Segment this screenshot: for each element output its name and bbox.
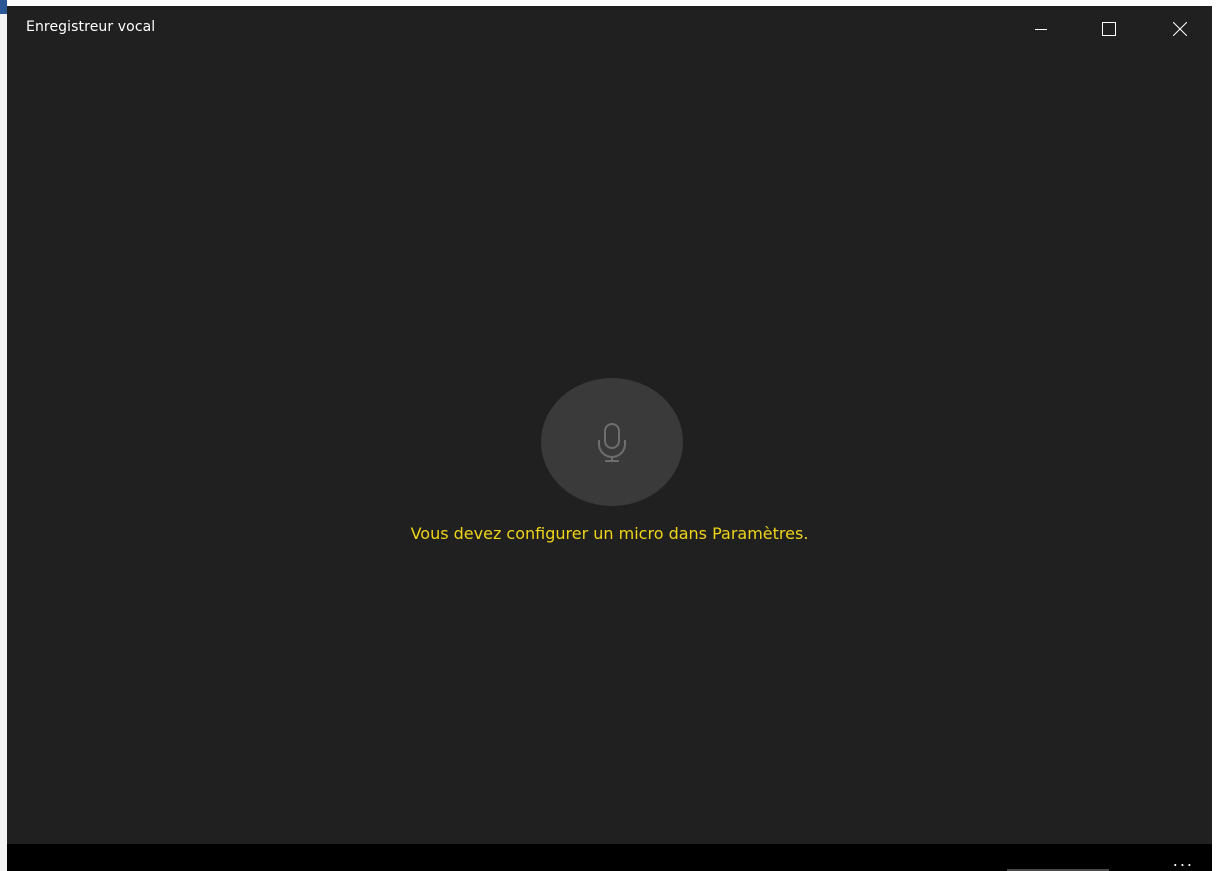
maximize-icon (1102, 22, 1116, 36)
more-options-button[interactable]: ... (1173, 853, 1194, 869)
microphone-warning-message: Vous devez configurer un micro dans Para… (410, 524, 809, 543)
title-bar[interactable]: Enregistreur vocal (7, 6, 1212, 52)
desktop-accent (0, 0, 7, 14)
close-button[interactable] (1157, 6, 1203, 52)
microphone-icon (598, 423, 626, 462)
minimize-icon (1035, 29, 1047, 30)
bottom-app-bar: ... (7, 844, 1212, 871)
app-title: Enregistreur vocal (26, 19, 156, 35)
minimize-button[interactable] (1018, 6, 1064, 52)
voice-recorder-window: Enregistreur vocal Vous devez configurer… (7, 6, 1212, 871)
close-icon (1173, 22, 1187, 36)
desktop-background (0, 0, 7, 871)
maximize-button[interactable] (1086, 6, 1132, 52)
record-button[interactable] (541, 378, 683, 506)
